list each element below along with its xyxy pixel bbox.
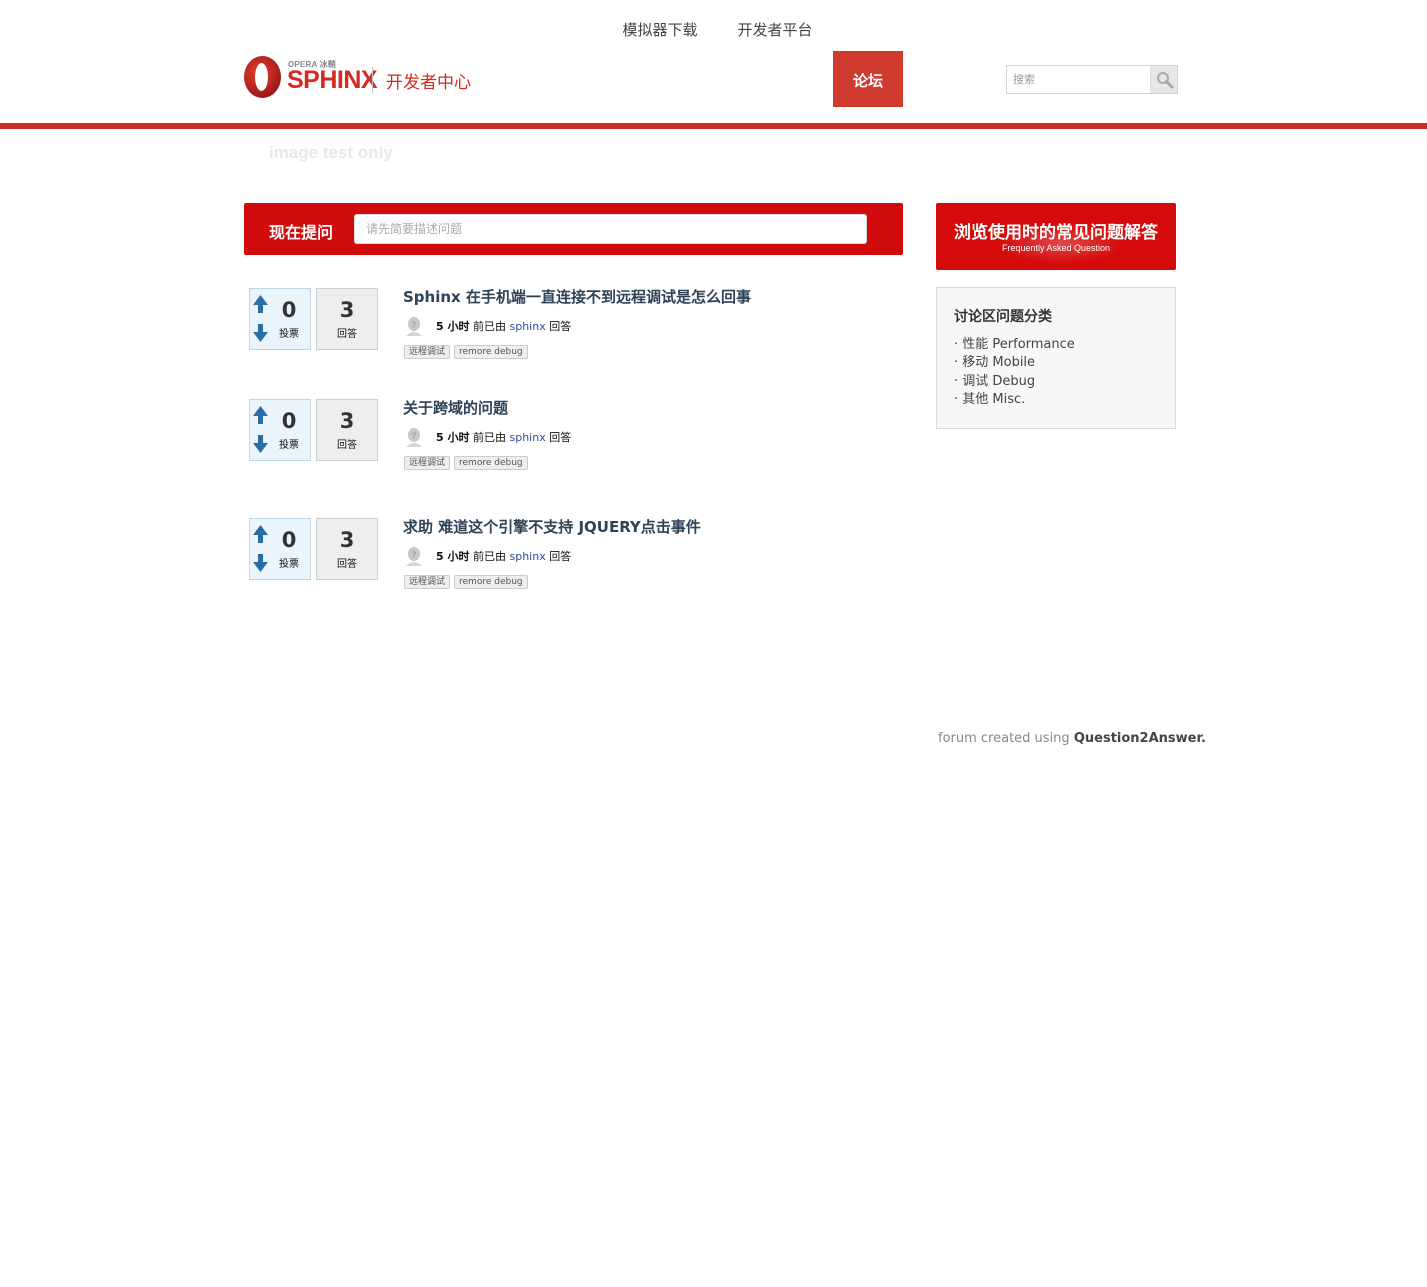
meta-prefix: 前已由: [472, 431, 506, 444]
category-list: 性能 Performance 移动 Mobile 调试 Debug 其他 Mis…: [954, 336, 1075, 409]
answer-label: 回答: [337, 559, 357, 570]
search-input[interactable]: [1007, 66, 1150, 93]
vote-up-icon[interactable]: [252, 524, 269, 544]
answer-count: 3: [339, 528, 355, 552]
category-item-misc[interactable]: 其他 Misc.: [954, 391, 1075, 409]
category-item-debug[interactable]: 调试 Debug: [954, 373, 1075, 391]
tag-list: 远程调试 remore debug: [404, 345, 532, 364]
answer-label: 回答: [337, 329, 357, 340]
vote-label: 投票: [279, 559, 299, 570]
vote-count: 0: [281, 528, 297, 552]
vote-count: 0: [281, 409, 297, 433]
answer-count-box: 3 回答: [316, 518, 378, 580]
search-button[interactable]: [1150, 66, 1177, 93]
meta-user-link[interactable]: sphinx: [509, 431, 545, 444]
nav-item-forum[interactable]: 论坛: [833, 51, 903, 107]
magnifier-icon: [1157, 72, 1174, 89]
logo-sphinx-text: SPHINX: [287, 66, 378, 94]
vote-box: 0 投票: [249, 518, 311, 580]
meta-prefix: 前已由: [472, 320, 506, 333]
ask-label: 现在提问: [269, 223, 334, 242]
search-box: [1006, 65, 1178, 94]
question-item: 0 投票 3 回答 Sphinx 在手机端一直连接不到远程调试是怎么回事 ? 5…: [249, 288, 909, 368]
vote-down-icon[interactable]: [252, 323, 269, 343]
footer-prefix: forum created using: [938, 731, 1070, 746]
question-title-link[interactable]: 关于跨域的问题: [403, 397, 508, 418]
question-title-link[interactable]: Sphinx 在手机端一直连接不到远程调试是怎么回事: [403, 286, 751, 307]
vote-count: 0: [281, 298, 297, 322]
tag-link[interactable]: remore debug: [454, 575, 528, 589]
vote-up-icon[interactable]: [252, 294, 269, 314]
category-panel-title: 讨论区问题分类: [954, 309, 1052, 325]
meta-when: 5 小时: [436, 320, 470, 333]
vote-label: 投票: [279, 440, 299, 451]
question-meta: 5 小时 前已由 sphinx 回答: [436, 318, 571, 334]
answer-count: 3: [339, 409, 355, 433]
footer-q2a-link[interactable]: Question2Answer.: [1074, 731, 1206, 746]
vote-down-icon[interactable]: [252, 434, 269, 454]
vote-up-icon[interactable]: [252, 405, 269, 425]
faq-title: 浏览使用时的常见问题解答: [954, 223, 1158, 243]
tag-link[interactable]: 远程调试: [404, 456, 451, 470]
question-meta: 5 小时 前已由 sphinx 回答: [436, 429, 571, 445]
tag-link[interactable]: remore debug: [454, 456, 528, 470]
meta-suffix: 回答: [549, 550, 572, 563]
ask-bar: 现在提问: [244, 203, 903, 255]
banner-image-text: image test only: [269, 143, 393, 162]
tag-link[interactable]: 远程调试: [404, 575, 451, 589]
ask-input[interactable]: [354, 214, 867, 244]
tag-list: 远程调试 remore debug: [404, 456, 532, 475]
opera-o-icon: [244, 56, 281, 98]
site-logo[interactable]: OPERA 冰鞘 SPHINX 开发者中心: [244, 56, 484, 100]
faq-banner[interactable]: 浏览使用时的常见问题解答 Frequently Asked Question: [936, 203, 1176, 270]
meta-user-link[interactable]: sphinx: [509, 320, 545, 333]
meta-suffix: 回答: [549, 431, 572, 444]
nav-item-emulator-download[interactable]: 模拟器下载: [604, 0, 716, 56]
site-header: OPERA 冰鞘 SPHINX 开发者中心 模拟器下载 开发者平台 论坛: [0, 0, 1427, 129]
vote-label: 投票: [279, 329, 299, 340]
svg-text:?: ?: [412, 432, 417, 442]
avatar-icon[interactable]: ?: [405, 316, 423, 336]
question-item: 0 投票 3 回答 关于跨域的问题 ? 5 小时 前已由 sphinx 回答 远…: [249, 399, 909, 479]
answer-count: 3: [339, 298, 355, 322]
category-panel: 讨论区问题分类 性能 Performance 移动 Mobile 调试 Debu…: [936, 287, 1176, 429]
category-item-mobile[interactable]: 移动 Mobile: [954, 354, 1075, 372]
meta-suffix: 回答: [549, 320, 572, 333]
avatar-icon[interactable]: ?: [405, 546, 423, 566]
logo-divider: [372, 67, 373, 93]
logo-subtitle: 开发者中心: [386, 73, 471, 93]
vote-box: 0 投票: [249, 399, 311, 461]
meta-when: 5 小时: [436, 550, 470, 563]
question-item: 0 投票 3 回答 求助 难道这个引擎不支持 JQUERY点击事件 ? 5 小时…: [249, 518, 909, 598]
meta-user-link[interactable]: sphinx: [509, 550, 545, 563]
svg-text:?: ?: [412, 551, 417, 561]
category-item-performance[interactable]: 性能 Performance: [954, 336, 1075, 354]
answer-label: 回答: [337, 440, 357, 451]
answer-count-box: 3 回答: [316, 399, 378, 461]
question-title-link[interactable]: 求助 难道这个引擎不支持 JQUERY点击事件: [403, 516, 701, 537]
question-meta: 5 小时 前已由 sphinx 回答: [436, 548, 571, 564]
svg-text:?: ?: [412, 321, 417, 331]
faq-subtitle: Frequently Asked Question: [1001, 243, 1111, 253]
meta-when: 5 小时: [436, 431, 470, 444]
nav-item-developer-platform[interactable]: 开发者平台: [718, 0, 832, 56]
tag-link[interactable]: remore debug: [454, 345, 528, 359]
avatar-icon[interactable]: ?: [405, 427, 423, 447]
tag-list: 远程调试 remore debug: [404, 575, 532, 594]
answer-count-box: 3 回答: [316, 288, 378, 350]
tag-link[interactable]: 远程调试: [404, 345, 451, 359]
vote-down-icon[interactable]: [252, 553, 269, 573]
site-footer: forum created using Question2Answer.: [938, 731, 1206, 746]
meta-prefix: 前已由: [472, 550, 506, 563]
vote-box: 0 投票: [249, 288, 311, 350]
header-red-bar: [0, 123, 1427, 129]
